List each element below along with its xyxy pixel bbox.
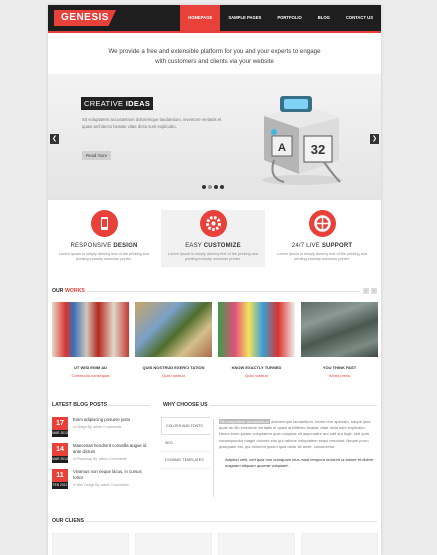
nav-contact-us[interactable]: CONTACT US [338,5,381,31]
divider [86,521,377,522]
blog-title: LATEST BLOG POSTS [52,402,108,408]
slide-text: Sit voluptatem accusantium doloremque la… [82,117,222,129]
feature-text: Lorem Ipsum is simply dummy text of the … [168,252,258,262]
client-logo[interactable] [218,533,295,555]
read-more-button[interactable]: Read more [82,151,112,160]
work-image[interactable] [218,302,295,357]
printer-robot-illustration: 32 A [262,96,342,185]
post-meta: in Web Design By: admin 0 comments [73,483,129,487]
feature-title: EASY CUSTOMIZE [185,243,241,249]
slider-dot[interactable] [214,185,218,189]
hero-slider: CREATIVE IDEAS Sit voluptatem accusantiu… [48,74,381,200]
nav-portfolio[interactable]: PORTFOLIO [269,5,309,31]
work-category[interactable]: Quis nostrud [218,373,295,378]
slider-pagination [202,185,224,189]
post-date: 17 MAR 2013 [52,417,68,437]
work-title: QUIS NOSTRUD EXERCI TATION [142,365,205,370]
why-tabs: COLORS AND FONTS SEO DYNAMIC TEMPLATES [161,417,210,469]
work-category[interactable]: Quis nostrud [135,373,212,378]
divider [86,291,360,292]
divider [106,405,150,406]
gear-icon [199,210,227,237]
feature-responsive: RESPONSIVE DESIGN Lorem Ipsum is simply … [52,210,156,263]
work-title: UT WISI ENIM AD [74,365,107,370]
blog-post: 17 MAR 2013 Enim adipiscing posuere just… [52,417,150,439]
work-image[interactable] [135,302,212,357]
works-title: OUR WORKS [52,288,85,294]
work-category[interactable]: World press [301,373,378,378]
tab-panel: Sit voluptatem accusantium doloremque la… [213,419,377,497]
blog-post: 14 MAR 2013 Maecenas hendrerit convallis… [52,443,150,465]
slider-dot[interactable] [202,185,206,189]
site-header: GENESIS HOMEPAGE SAMPLE PAGES PORTFOLIO … [48,5,381,31]
highlight-text: Sit voluptatem accusantium [219,419,270,424]
feature-text: Lorem Ipsum is simply dummy text of the … [277,252,367,262]
client-logo[interactable] [135,533,212,555]
feature-title: 24/7 LIVE SUPPORT [291,243,353,249]
slider-dot[interactable] [220,185,224,189]
why-title: WHY CHOOSE US [163,402,208,408]
svg-text:A: A [278,142,286,154]
feature-text: Lorem Ipsum is simply dummy text of the … [59,252,149,262]
post-title[interactable]: Vivamus non neque lacus, in cursus torto… [73,469,149,481]
post-title[interactable]: Enim adipiscing posuere justo [73,417,149,423]
post-title[interactable]: Maecenas hendrerit convallis augue id an… [73,443,149,455]
tab-colors-and-fonts[interactable]: COLORS AND FONTS [161,417,210,435]
post-meta: in Photoshop By: admin 3 comments [73,457,127,461]
post-meta: in Design By: admin 0 comments [73,425,122,429]
quote-text: Adipisci velit, sed quia non numquam eiu… [225,457,374,469]
work-item[interactable]: KNOW EXACTLY TURNED Quis nostrud [218,302,295,378]
work-title: YOU THINK FAST [322,365,357,370]
client-logo[interactable] [52,533,129,555]
work-item[interactable]: YOU THINK FAST World press [301,302,378,378]
site-logo[interactable]: GENESIS [54,10,116,26]
post-date: 14 MAR 2013 [52,443,68,463]
post-date: 11 FEB 2013 [52,469,68,489]
work-item[interactable]: UT WISI ENIM AD Commodo consequat [52,302,129,378]
slider-prev-button[interactable]: ❮ [50,134,59,144]
work-image[interactable] [301,302,378,357]
work-title: KNOW EXACTLY TURNED [231,365,282,370]
tab-seo[interactable]: SEO [161,435,210,452]
work-image[interactable] [52,302,129,357]
feature-customize: EASY CUSTOMIZE Lorem Ipsum is simply dum… [161,210,265,267]
page: GENESIS HOMEPAGE SAMPLE PAGES PORTFOLIO … [48,5,381,555]
feature-support: 24/7 LIVE SUPPORT Lorem Ipsum is simply … [270,210,374,263]
svg-text:32: 32 [311,142,325,157]
divider [210,405,377,406]
works-next-button[interactable]: › [371,288,377,294]
tab-dynamic-templates[interactable]: DYNAMIC TEMPLATES [161,452,210,469]
slider-next-button[interactable]: ❯ [370,134,379,144]
client-logo[interactable] [301,533,378,555]
blog-post: 11 FEB 2013 Vivamus non neque lacus, in … [52,469,150,491]
nav-homepage[interactable]: HOMEPAGE [180,5,221,31]
lifebuoy-icon [308,210,336,237]
clients-title: OUR CLIENS [52,518,84,524]
slider-dot[interactable] [208,185,212,189]
slide-title: CREATIVE IDEAS [81,97,154,110]
nav-sample-pages[interactable]: SAMPLE PAGES [220,5,269,31]
work-category[interactable]: Commodo consequat [52,373,129,378]
mobile-icon [90,210,118,237]
main-nav: HOMEPAGE SAMPLE PAGES PORTFOLIO BLOG CON… [180,5,381,31]
nav-blog[interactable]: BLOG [310,5,338,31]
works-prev-button[interactable]: ‹ [363,288,369,294]
feature-title: RESPONSIVE DESIGN [70,243,138,249]
work-item[interactable]: QUIS NOSTRUD EXERCI TATION Quis nostrud [135,302,212,378]
